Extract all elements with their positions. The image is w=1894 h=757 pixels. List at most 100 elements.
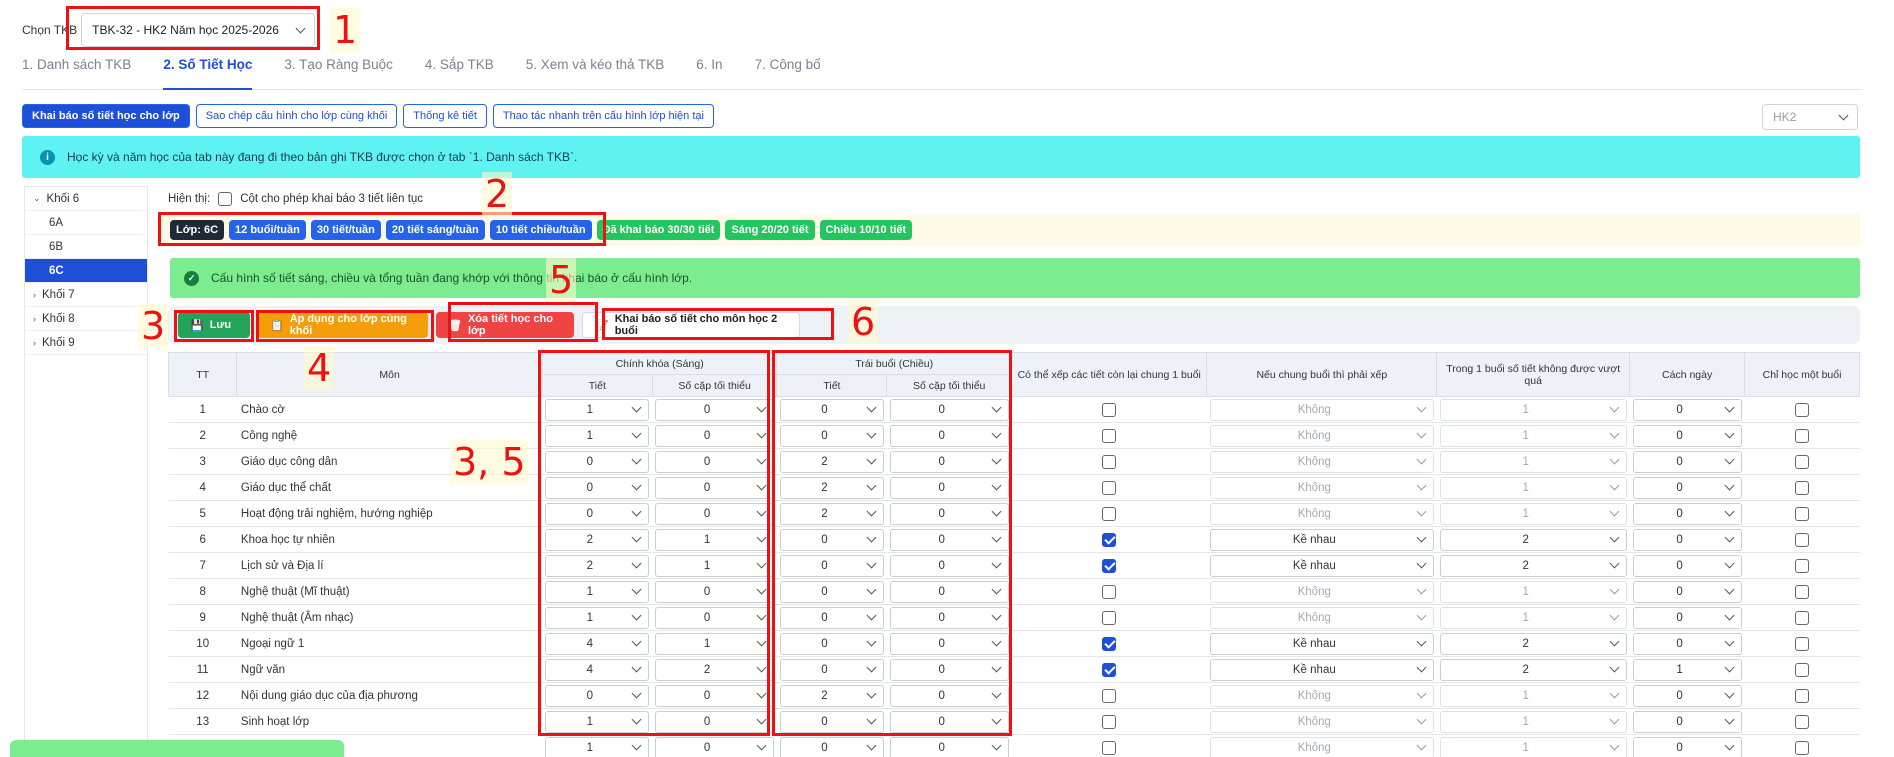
- no-exceed-select[interactable]: 2: [1439, 528, 1627, 551]
- no-exceed-select[interactable]: 1: [1439, 424, 1627, 447]
- can-arrange-checkbox[interactable]: [1102, 480, 1117, 495]
- one-session-checkbox[interactable]: [1795, 662, 1810, 677]
- no-exceed-select[interactable]: 1: [1439, 502, 1627, 525]
- subtab-thong-ke[interactable]: Thống kê tiết: [403, 104, 487, 128]
- can-arrange-checkbox[interactable]: [1102, 714, 1117, 729]
- can-arrange-checkbox[interactable]: [1102, 558, 1117, 573]
- tab-so-tiet-hoc[interactable]: 2. Số Tiết Học: [163, 56, 253, 90]
- tab-in[interactable]: 6. In: [696, 56, 722, 90]
- gap-days-select-value: 0: [1676, 403, 1683, 416]
- annotation-box-5: [448, 302, 598, 342]
- one-session-checkbox[interactable]: [1795, 714, 1810, 729]
- if-shared-select[interactable]: Không: [1209, 606, 1434, 629]
- one-session-checkbox[interactable]: [1795, 402, 1810, 417]
- one-session-checkbox[interactable]: [1795, 740, 1810, 755]
- can-arrange-checkbox[interactable]: [1102, 532, 1117, 547]
- gap-days-select[interactable]: 0: [1632, 398, 1742, 421]
- no-exceed-select-value: 1: [1522, 507, 1529, 520]
- one-session-checkbox[interactable]: [1795, 610, 1810, 625]
- annotation-number-4: 4: [304, 346, 335, 390]
- if-shared-select[interactable]: Không: [1209, 476, 1434, 499]
- no-exceed-select[interactable]: 2: [1439, 632, 1627, 655]
- if-shared-select[interactable]: Kề nhau: [1209, 528, 1434, 551]
- gap-days-select[interactable]: 0: [1632, 632, 1742, 655]
- no-exceed-select[interactable]: 1: [1439, 684, 1627, 707]
- no-exceed-select[interactable]: 1: [1439, 580, 1627, 603]
- can-arrange-checkbox[interactable]: [1102, 506, 1117, 521]
- sidebar-item-6a[interactable]: 6A: [25, 211, 147, 235]
- tab-sap-tkb[interactable]: 4. Sắp TKB: [425, 56, 494, 90]
- no-exceed-select[interactable]: 1: [1439, 398, 1627, 421]
- gap-days-select[interactable]: 1: [1632, 658, 1742, 681]
- gap-days-select[interactable]: 0: [1632, 476, 1742, 499]
- can-arrange-checkbox[interactable]: [1102, 662, 1117, 677]
- gap-days-select[interactable]: 0: [1632, 580, 1742, 603]
- can-arrange-checkbox[interactable]: [1102, 584, 1117, 599]
- subtab-khai-bao[interactable]: Khai báo số tiết học cho lớp: [22, 104, 190, 128]
- no-exceed-select[interactable]: 1: [1439, 736, 1627, 757]
- if-shared-select[interactable]: Kề nhau: [1209, 632, 1434, 655]
- one-session-checkbox[interactable]: [1795, 584, 1810, 599]
- tab-xem-keo-tha[interactable]: 5. Xem và kéo thả TKB: [526, 56, 665, 90]
- can-arrange-checkbox[interactable]: [1102, 454, 1117, 469]
- subtab-thao-tac-nhanh[interactable]: Thao tác nhanh trên cấu hình lớp hiện tạ…: [492, 104, 714, 128]
- can-arrange-checkbox[interactable]: [1102, 402, 1117, 417]
- one-session-checkbox[interactable]: [1795, 558, 1810, 573]
- morning-periods-select[interactable]: 1: [545, 736, 650, 757]
- one-session-checkbox[interactable]: [1795, 454, 1810, 469]
- gap-days-select[interactable]: 0: [1632, 450, 1742, 473]
- afternoon-pairs-select[interactable]: 0: [889, 736, 1009, 757]
- no-exceed-select[interactable]: 2: [1439, 658, 1627, 681]
- gap-days-select[interactable]: 0: [1632, 710, 1742, 733]
- gap-days-select[interactable]: 0: [1632, 424, 1742, 447]
- if-shared-select[interactable]: Không: [1209, 710, 1434, 733]
- sidebar-item-6c[interactable]: 6C: [25, 259, 147, 283]
- can-arrange-checkbox[interactable]: [1102, 740, 1117, 755]
- gap-days-select[interactable]: 0: [1632, 606, 1742, 629]
- if-shared-select[interactable]: Không: [1209, 580, 1434, 603]
- one-session-checkbox[interactable]: [1795, 636, 1810, 651]
- can-arrange-checkbox[interactable]: [1102, 610, 1117, 625]
- tab-danh-sach-tkb[interactable]: 1. Danh sách TKB: [22, 56, 131, 90]
- tab-tao-rang-buoc[interactable]: 3. Tạo Ràng Buộc: [284, 56, 393, 90]
- if-shared-select[interactable]: Không: [1209, 684, 1434, 707]
- gap-days-select[interactable]: 0: [1632, 502, 1742, 525]
- one-session-checkbox[interactable]: [1795, 428, 1810, 443]
- three-consecutive-checkbox[interactable]: [218, 192, 233, 206]
- morning-pairs-select[interactable]: 0: [655, 736, 774, 757]
- afternoon-periods-select[interactable]: 0: [779, 736, 884, 757]
- tab-cong-bo[interactable]: 7. Công bố: [755, 56, 821, 90]
- gap-days-select[interactable]: 0: [1632, 684, 1742, 707]
- no-exceed-select[interactable]: 1: [1439, 710, 1627, 733]
- if-shared-select[interactable]: Không: [1209, 450, 1434, 473]
- no-exceed-select[interactable]: 1: [1439, 450, 1627, 473]
- no-exceed-select[interactable]: 1: [1439, 606, 1627, 629]
- can-arrange-checkbox[interactable]: [1102, 428, 1117, 443]
- sidebar-group-khoi-7[interactable]: › Khối 7: [25, 283, 147, 307]
- gap-days-select[interactable]: 0: [1632, 554, 1742, 577]
- subtab-sao-chep[interactable]: Sao chép cấu hình cho lớp cùng khối: [195, 104, 398, 128]
- if-shared-select[interactable]: Không: [1209, 398, 1434, 421]
- if-shared-select[interactable]: Kề nhau: [1209, 658, 1434, 681]
- sidebar-group-khoi-9[interactable]: › Khối 9: [25, 331, 147, 355]
- sidebar-group-khoi-6[interactable]: ⌄ Khối 6: [25, 187, 147, 211]
- one-session-checkbox[interactable]: [1795, 688, 1810, 703]
- semester-select[interactable]: HK2: [1762, 104, 1858, 130]
- if-shared-select[interactable]: Kề nhau: [1209, 554, 1434, 577]
- sidebar-item-6b[interactable]: 6B: [25, 235, 147, 259]
- if-shared-select[interactable]: Không: [1209, 736, 1434, 757]
- sidebar-group-khoi-8[interactable]: › Khối 8: [25, 307, 147, 331]
- gap-days-select[interactable]: 0: [1632, 528, 1742, 551]
- no-exceed-select-value: 2: [1522, 663, 1529, 676]
- table-row: 13 Sinh hoạt lớp 1 0 0 0 Không 1 0: [168, 708, 1860, 735]
- no-exceed-select[interactable]: 2: [1439, 554, 1627, 577]
- can-arrange-checkbox[interactable]: [1102, 688, 1117, 703]
- one-session-checkbox[interactable]: [1795, 532, 1810, 547]
- if-shared-select[interactable]: Không: [1209, 502, 1434, 525]
- no-exceed-select[interactable]: 1: [1439, 476, 1627, 499]
- one-session-checkbox[interactable]: [1795, 480, 1810, 495]
- one-session-checkbox[interactable]: [1795, 506, 1810, 521]
- can-arrange-checkbox[interactable]: [1102, 636, 1117, 651]
- gap-days-select[interactable]: 0: [1632, 736, 1742, 757]
- if-shared-select[interactable]: Không: [1209, 424, 1434, 447]
